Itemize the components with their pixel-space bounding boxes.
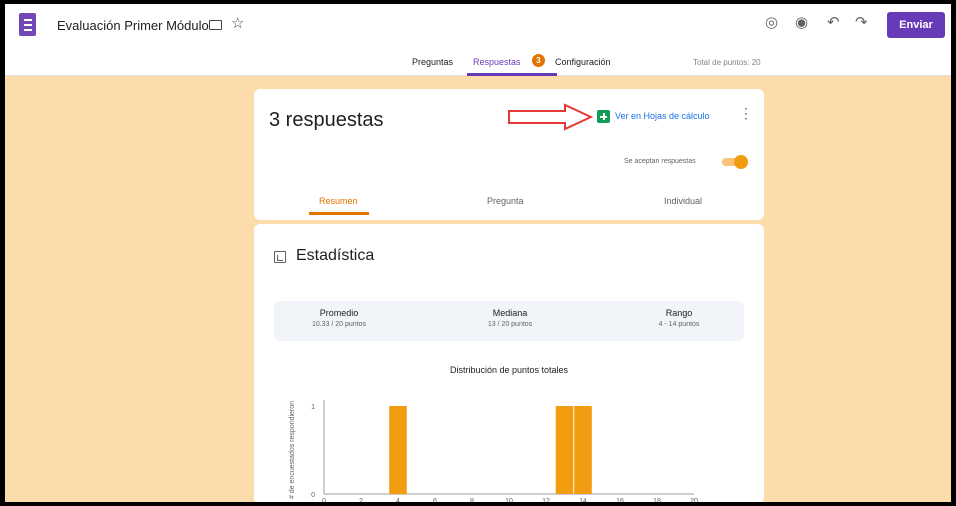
view-in-sheets-link[interactable]: Ver en Hojas de cálculo xyxy=(615,111,710,121)
document-title[interactable]: Evaluación Primer Módulo xyxy=(57,18,209,33)
chart-x-tick-label: 6 xyxy=(433,498,437,502)
preview-eye-icon[interactable]: ◉ xyxy=(795,13,808,31)
chart-bar xyxy=(389,406,407,494)
chart-x-tick-label: 8 xyxy=(470,498,474,502)
chart-title: Distribución de puntos totales xyxy=(449,365,569,375)
app-window: Evaluación Primer Módulo ☆ ◎ ◉ ↶ ↷ Envia… xyxy=(5,4,951,502)
tab-questions[interactable]: Preguntas xyxy=(412,57,453,67)
stat-range-label: Rango xyxy=(665,308,693,318)
tab-settings[interactable]: Configuración xyxy=(555,57,611,67)
responses-header-card: 3 respuestas Ver en Hojas de cálculo ⋮ S… xyxy=(254,89,764,220)
stat-median-value: 13 / 20 puntos xyxy=(487,321,533,328)
chart-y-tick-label: 0 xyxy=(311,492,315,499)
subtab-question[interactable]: Pregunta xyxy=(487,196,524,206)
stat-range-value: 4 - 14 puntos xyxy=(658,321,700,328)
sheets-icon[interactable] xyxy=(597,110,610,123)
subtab-summary[interactable]: Resumen xyxy=(319,196,358,206)
folder-icon[interactable] xyxy=(209,20,222,30)
chart-x-tick-label: 4 xyxy=(396,498,400,502)
chart-x-tick-label: 0 xyxy=(322,498,326,502)
statistics-card: Estadística Promedio 10.33 / 20 puntos M… xyxy=(254,224,764,502)
tab-bar: Preguntas Respuestas 3 Configuración Tot… xyxy=(5,48,951,76)
stat-average-value: 10.33 / 20 puntos xyxy=(311,321,367,328)
red-arrow-icon xyxy=(508,103,593,131)
response-count-badge: 3 xyxy=(532,54,545,67)
chart-x-tick-label: 2 xyxy=(359,498,363,502)
more-options-icon[interactable]: ⋮ xyxy=(739,105,753,122)
subtab-individual[interactable]: Individual xyxy=(664,196,702,206)
chart-bar xyxy=(574,406,592,494)
chart-x-tick-label: 20 xyxy=(690,498,698,502)
chart-x-tick-label: 12 xyxy=(542,498,550,502)
stat-median-label: Mediana xyxy=(492,308,528,318)
statistics-title: Estadística xyxy=(296,247,375,264)
chart-bar xyxy=(555,406,574,494)
stat-average-label: Promedio xyxy=(319,308,359,318)
palette-icon[interactable]: ◎ xyxy=(765,13,778,31)
active-subtab-indicator xyxy=(309,212,369,215)
accepting-responses-label: Se aceptan respuestas xyxy=(624,158,696,165)
tab-responses[interactable]: Respuestas xyxy=(473,57,521,67)
points-distribution-chart: 010 2 4 6 8 10 12 14 16 18 20# de encuestados resp… xyxy=(289,400,698,502)
star-icon[interactable]: ☆ xyxy=(231,14,244,32)
redo-icon[interactable]: ↷ xyxy=(855,13,868,31)
top-bar: Evaluación Primer Módulo ☆ ◎ ◉ ↶ ↷ Envia… xyxy=(5,4,951,48)
chart-x-tick-label: 14 xyxy=(579,498,587,502)
send-button[interactable]: Enviar xyxy=(887,12,945,38)
total-points: Total de puntos: 20 xyxy=(693,58,761,67)
chart-x-tick-label: 10 xyxy=(505,498,513,502)
stats-summary-box: Promedio 10.33 / 20 puntos Mediana 13 / … xyxy=(274,301,744,341)
chart-y-tick-label: 1 xyxy=(311,404,315,411)
responses-count-title: 3 respuestas xyxy=(269,109,384,131)
forms-logo-icon[interactable] xyxy=(19,13,36,36)
chart-x-tick-label: 16 xyxy=(616,498,624,502)
stats-icon xyxy=(274,251,286,263)
chart-x-tick-label: 18 xyxy=(653,498,661,502)
active-tab-indicator xyxy=(467,73,557,76)
accepting-responses-toggle[interactable] xyxy=(722,155,748,169)
chart-y-axis-label: # de encuestados respondieron xyxy=(289,401,296,499)
undo-icon[interactable]: ↶ xyxy=(827,13,840,31)
